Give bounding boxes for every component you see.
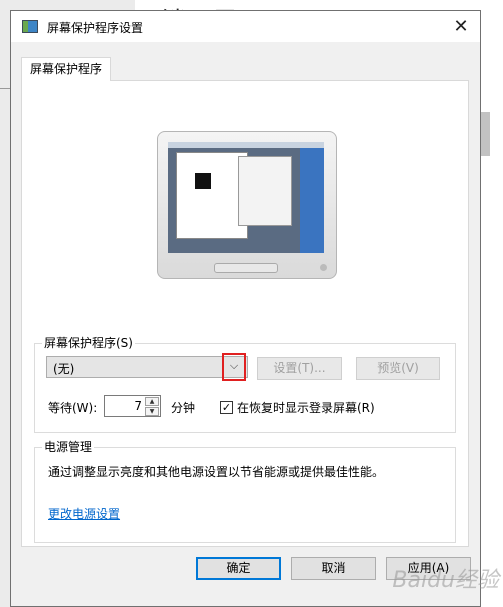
- chevron-down-icon[interactable]: ⌵: [222, 353, 246, 381]
- preview-button[interactable]: 预览(V): [356, 357, 440, 380]
- minutes-label: 分钟: [171, 401, 196, 415]
- settings-button[interactable]: 设置(T)...: [257, 357, 342, 380]
- display-settings-icon: [22, 20, 38, 33]
- apply-button[interactable]: 应用(A): [386, 557, 471, 580]
- monitor-stand: [214, 263, 278, 273]
- preview-black-image: [195, 173, 211, 189]
- title-bar[interactable]: 屏幕保护程序设置 ✕: [11, 11, 480, 42]
- screensaver-settings-dialog: 屏幕保护程序设置 ✕ 屏幕保护程序 屏幕保护程序(S) (无) ⌵ 设置(T).…: [10, 10, 481, 607]
- resume-login-label[interactable]: 在恢复时显示登录屏幕(R): [237, 399, 375, 416]
- screensaver-selected-value: (无): [53, 362, 75, 376]
- close-button[interactable]: ✕: [442, 11, 480, 42]
- power-led-icon: [320, 264, 327, 271]
- wait-minutes-stepper[interactable]: 7 ▲ ▼: [104, 395, 161, 417]
- wait-minutes-value[interactable]: 7: [134, 399, 142, 413]
- preview-side-panel: [300, 148, 324, 253]
- preview-screen: [168, 142, 324, 253]
- ok-button[interactable]: 确定: [196, 557, 281, 580]
- cancel-button[interactable]: 取消: [291, 557, 376, 580]
- spin-up-icon[interactable]: ▲: [145, 397, 159, 406]
- dialog-title: 屏幕保护程序设置: [47, 21, 144, 35]
- tab-panel: 屏幕保护程序(S) (无) ⌵ 设置(T)... 预览(V) 等待(W): 7 …: [21, 80, 469, 547]
- power-management-group: [34, 447, 456, 543]
- screensaver-group-label: 屏幕保护程序(S): [42, 334, 135, 351]
- spin-down-icon[interactable]: ▼: [145, 407, 159, 416]
- power-description: 通过调整显示亮度和其他电源设置以节省能源或提供最佳性能。: [48, 465, 385, 479]
- resume-login-checkbox[interactable]: ✓: [220, 401, 233, 414]
- power-management-label: 电源管理: [42, 438, 95, 455]
- tab-screensaver[interactable]: 屏幕保护程序: [21, 57, 111, 81]
- monitor-preview: [157, 131, 337, 279]
- preview-dialog-thumbnail: [238, 156, 292, 226]
- change-power-settings-link[interactable]: 更改电源设置: [48, 505, 120, 522]
- wait-label: 等待(W):: [48, 401, 98, 415]
- screensaver-select[interactable]: (无) ⌵: [46, 353, 248, 381]
